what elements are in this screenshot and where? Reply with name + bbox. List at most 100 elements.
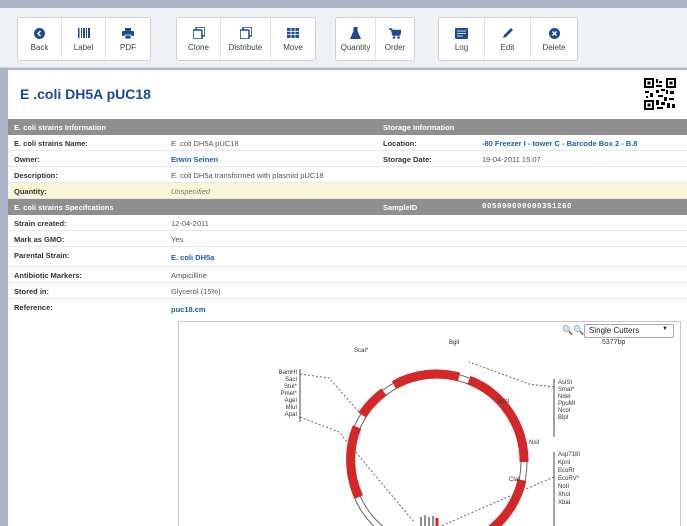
cutter-select[interactable]: Single Cutters ▼ (584, 324, 674, 338)
name-label: E. coli strains Name: (14, 139, 88, 148)
enzyme-label: EcoRI (558, 468, 575, 474)
enzyme-label: BglI (449, 340, 460, 346)
row-parental: Parental Strain: E. coli DH5a (8, 247, 687, 267)
row-reference: Reference: puc18.cm (8, 299, 687, 315)
parental-label: Parental Strain: (14, 251, 70, 260)
name-value: E .coli DH5A pUC18 (171, 139, 239, 148)
back-button[interactable]: Back (18, 18, 62, 60)
stored-value: Glycerol (15%) (171, 287, 221, 296)
row-antibiotic: Antibiotic Markers: Ampicilline (8, 267, 687, 283)
strain-created-label: Strain created: (14, 219, 67, 228)
log-button[interactable]: Log (439, 18, 485, 60)
pencil-icon (501, 26, 515, 40)
order-button[interactable]: Order (376, 18, 414, 60)
quantity-button[interactable]: Quantity (336, 18, 376, 60)
row-owner: Owner: Erwin Seinen Storage Date: 19-04-… (8, 151, 687, 167)
enzyme-label: MluI (286, 405, 298, 411)
enzyme-label: AgeI (285, 398, 298, 404)
gmo-label: Mark as GMO: (14, 235, 65, 244)
details-table: E. coli strains Information Storage Info… (8, 119, 687, 315)
enzyme-labels-right-top: AsiSI SmaI* NdeI PpuMI NcoI BlpI (558, 380, 576, 421)
enzyme-label: StuI* (284, 384, 298, 390)
location-label: Location: (383, 139, 417, 148)
antibiotic-label: Antibiotic Markers: (14, 271, 82, 280)
section-title-storage: Storage Information (383, 123, 455, 132)
enzyme-label: BlpI (558, 415, 569, 421)
enzyme-label: PmeI* (281, 391, 298, 397)
location-link[interactable]: -80 Freezer I - tower C - Barcode Box 2 … (482, 139, 637, 148)
owner-link[interactable]: Erwin Seinen (171, 155, 218, 164)
label-button[interactable]: Label (62, 18, 106, 60)
back-button-label: Back (30, 43, 49, 52)
log-icon (455, 26, 469, 40)
plasmid-map-panel: BamHI SacI StuI* PmeI* AgeI MluI ApaI As… (178, 321, 681, 526)
row-gmo: Mark as GMO: Yes (8, 231, 687, 247)
reference-label: Reference: (14, 303, 53, 312)
zoom-out-icon[interactable]: 🔍 (573, 325, 584, 336)
delete-button[interactable]: Delete (531, 18, 577, 60)
row-quantity: Quantity: Unspecified (8, 183, 687, 199)
toolbar-group-3: Quantity Order (335, 17, 415, 61)
move-button[interactable]: Move (271, 18, 315, 60)
order-button-label: Order (384, 43, 406, 52)
pdf-button[interactable]: PDF (106, 18, 150, 60)
distribute-button[interactable]: Distribute (221, 18, 271, 60)
delete-button-label: Delete (542, 43, 566, 52)
edit-button[interactable]: Edit (485, 18, 531, 60)
antibiotic-value: Ampicilline (171, 271, 207, 280)
sampleid-value: 005000000000351260 (482, 203, 573, 211)
qr-code-icon (644, 78, 676, 110)
clone-button[interactable]: Clone (177, 18, 221, 60)
plasmid-size-label: 5377bp (602, 339, 626, 346)
cart-icon (388, 26, 402, 40)
label-button-label: Label (73, 43, 94, 52)
row-name: E. coli strains Name: E .coli DH5A pUC18… (8, 135, 687, 151)
enzyme-label: EcoRV* (558, 476, 580, 482)
description-value: E. coli DH5a transformed with plasmid pU… (171, 171, 324, 180)
enzyme-labels-left: BamHI SacI StuI* PmeI* AgeI MluI ApaI (279, 370, 298, 418)
title-row: E .coli DH5A pUC18 (8, 70, 687, 116)
edit-button-label: Edit (500, 43, 515, 52)
page-title: E .coli DH5A pUC18 (20, 86, 151, 102)
enzyme-label: NsiI (529, 440, 540, 446)
distribute-button-label: Distribute (228, 43, 263, 52)
enzyme-label: XbaI (558, 500, 571, 506)
clone-button-label: Clone (188, 43, 209, 52)
enzyme-label: SacI (285, 377, 297, 383)
feature-arc (358, 388, 387, 418)
row-strain-created: Strain created: 12-04-2011 (8, 215, 687, 231)
enzyme-label: PpuMI (558, 401, 576, 407)
toolbar: Back Label PDF Clone Distribute Move Qua… (0, 8, 687, 68)
enzyme-label: NcoI (558, 408, 571, 414)
enzyme-label: NotI (558, 484, 569, 490)
log-button-label: Log (454, 43, 469, 52)
section-header-info: E. coli strains Information Storage Info… (8, 119, 687, 135)
move-button-label: Move (283, 43, 303, 52)
connector-line (299, 373, 360, 413)
site-ticks (420, 515, 434, 526)
enzyme-labels-right-bottom: Asp718I KpnI EcoRI EcoRV* NotI XhoI XbaI (558, 452, 580, 506)
back-icon (33, 26, 47, 40)
top-bar (0, 0, 687, 8)
strain-created-value: 12-04-2011 (171, 219, 209, 228)
section-title-specs: E. coli strains Specifcations (14, 203, 114, 212)
enzyme-label: ApaI (285, 412, 298, 418)
enzyme-label: KpnI (558, 460, 571, 466)
storage-date-value: 19-04-2011 15:07 (482, 155, 541, 164)
toolbar-group-2: Clone Distribute Move (176, 17, 316, 61)
toolbar-group-1: Back Label PDF (17, 17, 151, 61)
zoom-in-icon[interactable]: 🔍 (562, 325, 573, 336)
reference-link[interactable]: puc18.cm (171, 305, 206, 314)
enzyme-label: BamHI (279, 370, 298, 376)
gmo-value: Yes (171, 235, 184, 244)
row-description: Description: E. coli DH5a transformed wi… (8, 167, 687, 183)
enzyme-label: NdeI (558, 394, 571, 400)
feature-arc (487, 478, 527, 526)
feature-arc (391, 369, 461, 389)
section-header-specs: E. coli strains Specifcations SampleID 0… (8, 199, 687, 215)
print-icon (121, 26, 135, 40)
barcode-icon (77, 26, 91, 40)
section-title-info: E. coli strains Information (14, 123, 107, 132)
parental-link[interactable]: E. coli DH5a (171, 253, 214, 262)
quantity-button-label: Quantity (340, 43, 371, 52)
